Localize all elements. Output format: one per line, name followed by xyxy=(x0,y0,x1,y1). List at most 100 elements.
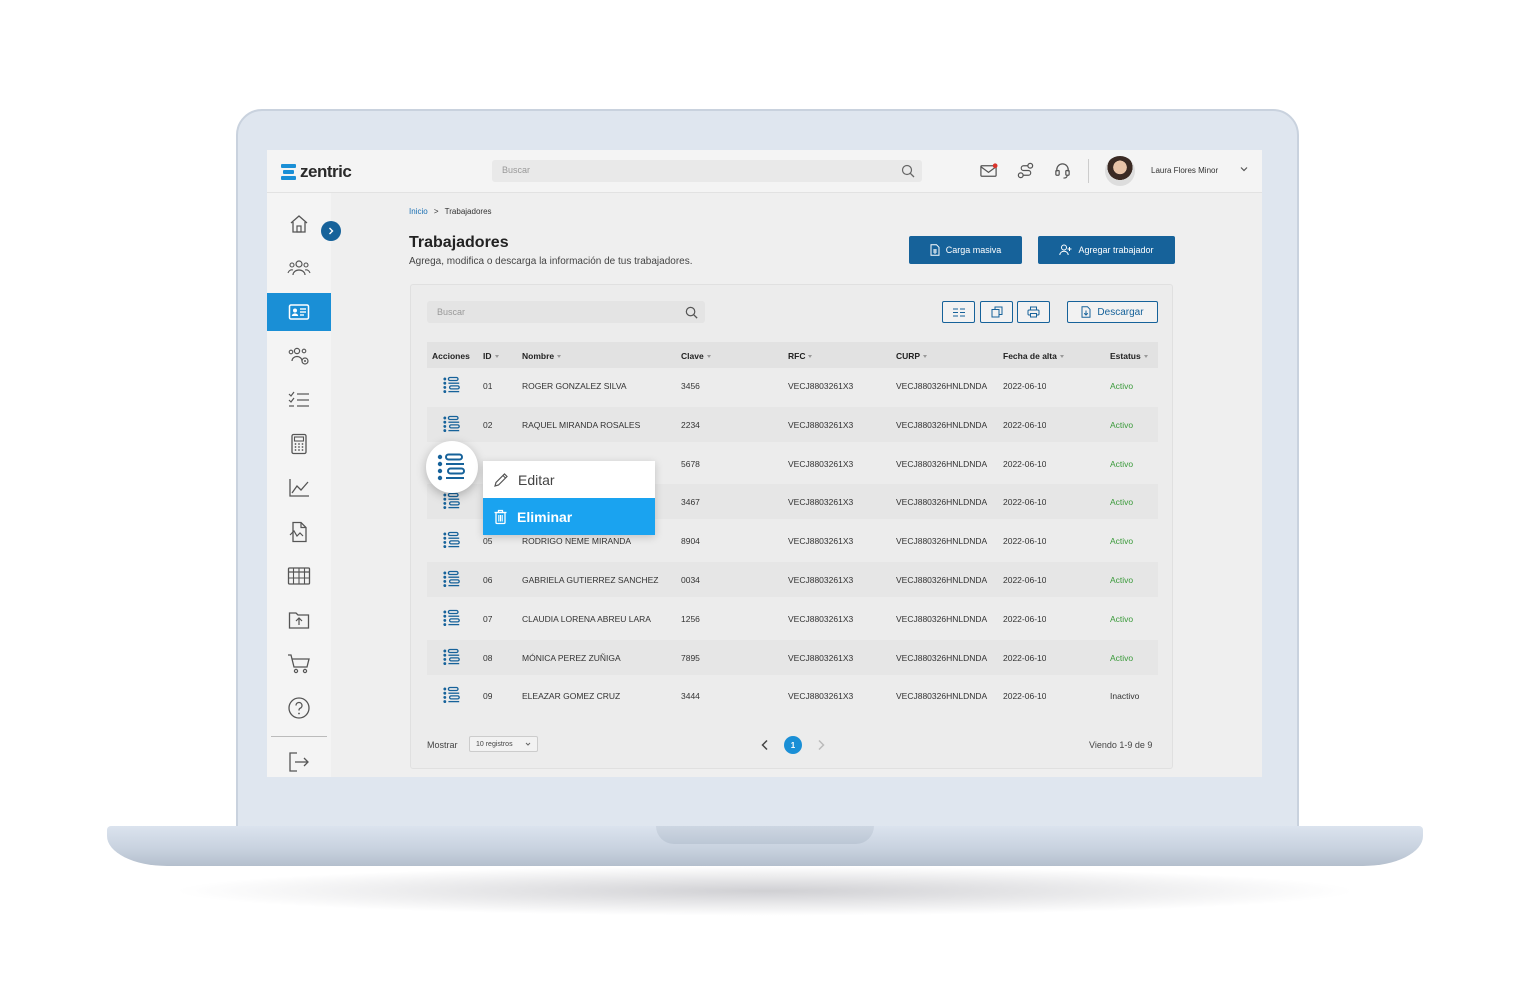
sort-caret-icon xyxy=(923,355,928,359)
sidebar-item-store[interactable] xyxy=(267,645,331,683)
sidebar-item-teams[interactable] xyxy=(267,337,331,375)
menu-item-delete-label: Eliminar xyxy=(517,508,573,525)
sidebar-item-logout[interactable] xyxy=(267,743,331,777)
print-button[interactable] xyxy=(1017,301,1050,323)
user-name[interactable]: Laura Flores Minor xyxy=(1151,166,1218,175)
table-row[interactable]: 01 ROGER GONZALEZ SILVA 3456 VECJ8803261X3 V… xyxy=(427,368,1158,403)
sort-caret-icon xyxy=(1059,355,1064,359)
row-actions-icon[interactable] xyxy=(443,415,461,438)
sidebar-item-payroll[interactable] xyxy=(267,425,331,463)
stage: zentric Buscar Laura Flores Minor Inicio… xyxy=(0,0,1530,988)
search-icon[interactable] xyxy=(684,305,699,320)
col-estatus-label: Estatus xyxy=(1110,351,1141,361)
row-actions-icon[interactable] xyxy=(443,376,461,399)
cell-rfc: VECJ8803261X3 xyxy=(788,652,854,663)
download-button[interactable]: Descargar xyxy=(1067,301,1158,323)
col-rfc[interactable]: RFC xyxy=(788,351,813,361)
table-search[interactable]: Buscar xyxy=(427,301,705,323)
page-size-select[interactable]: 10 registros xyxy=(469,736,538,752)
sidebar-toggle-button[interactable] xyxy=(321,221,341,241)
row-context-menu: Editar Eliminar xyxy=(483,461,655,535)
table-header: Acciones ID Nombre Clave RFC CURP Fecha … xyxy=(427,342,1158,368)
table-row[interactable]: 06 GABRIELA GUTIERREZ SANCHEZ 0034 VECJ8803… xyxy=(427,562,1158,597)
sidebar-item-reports[interactable] xyxy=(267,469,331,507)
cell-id: 02 xyxy=(483,419,493,430)
table-row[interactable]: 09 ELEAZAR GOMEZ CRUZ 3444 VECJ8803261X3 VEC… xyxy=(427,678,1158,713)
row-actions-icon[interactable] xyxy=(443,492,461,515)
header-actions xyxy=(979,161,1072,180)
columns-button[interactable] xyxy=(942,301,975,323)
brand-logo[interactable]: zentric xyxy=(281,162,352,182)
sidebar-item-files[interactable] xyxy=(267,601,331,639)
sidebar-item-help[interactable] xyxy=(267,689,331,727)
calculator-icon xyxy=(291,433,307,455)
chart-line-icon xyxy=(289,479,309,497)
row-actions-icon[interactable] xyxy=(443,648,461,671)
add-worker-button[interactable]: Agregar trabajador xyxy=(1038,236,1175,264)
col-id[interactable]: ID xyxy=(483,351,499,361)
table-row[interactable]: 08 MÓNICA PEREZ ZUÑIGA 7895 VECJ8803261X3 VE… xyxy=(427,639,1158,675)
pencil-icon xyxy=(494,472,508,487)
mail-icon[interactable] xyxy=(979,161,998,180)
cell-nombre: RODRIGO NEME MIRANDA xyxy=(522,536,632,547)
sidebar-item-documents[interactable] xyxy=(267,513,331,551)
sort-caret-icon xyxy=(557,355,562,359)
row-actions-button-active[interactable] xyxy=(426,441,478,493)
cell-curp: VECJ880326HNLDNDA xyxy=(896,497,988,508)
document-signature-icon xyxy=(289,521,307,543)
cell-id: 01 xyxy=(483,381,493,391)
col-clave-label: Clave xyxy=(681,351,704,361)
printer-icon xyxy=(1027,306,1040,318)
col-nombre[interactable]: Nombre xyxy=(522,351,562,361)
breadcrumb-home[interactable]: Inicio xyxy=(409,207,428,216)
cell-id: 09 xyxy=(483,691,493,702)
table-row[interactable]: 07 CLAUDIA LORENA ABREU LARA 1256 VECJ88032… xyxy=(427,601,1158,636)
copy-button[interactable] xyxy=(980,301,1013,323)
records-summary: Viendo 1-9 de 9 xyxy=(1089,740,1153,750)
col-clave[interactable]: Clave xyxy=(681,351,711,361)
cell-rfc: VECJ8803261X3 xyxy=(788,536,854,547)
col-nombre-label: Nombre xyxy=(522,351,555,361)
row-actions-icon[interactable] xyxy=(443,531,461,554)
row-actions-icon[interactable] xyxy=(443,686,461,709)
menu-item-delete[interactable]: Eliminar xyxy=(483,498,655,535)
cell-nombre: RAQUEL MIRANDA ROSALES xyxy=(522,419,641,430)
bulk-upload-button[interactable]: Carga masiva xyxy=(909,236,1022,264)
sidebar-item-schedule[interactable] xyxy=(267,557,331,595)
sidebar-item-home[interactable] xyxy=(267,205,331,243)
chevron-down-icon[interactable] xyxy=(1239,164,1249,174)
cell-rfc: VECJ8803261X3 xyxy=(788,691,854,702)
cell-clave: 0034 xyxy=(681,575,700,585)
sidebar-item-users[interactable] xyxy=(267,249,331,287)
row-actions-icon[interactable] xyxy=(443,570,461,593)
sidebar-item-workers[interactable] xyxy=(267,293,331,331)
sort-caret-icon xyxy=(706,355,711,359)
cell-rfc: VECJ8803261X3 xyxy=(788,381,854,391)
search-icon[interactable] xyxy=(900,163,916,179)
download-label: Descargar xyxy=(1097,306,1144,318)
checklist-icon xyxy=(288,391,309,407)
sidebar-item-tasks[interactable] xyxy=(267,381,331,419)
cell-estatus: Activo xyxy=(1110,575,1134,585)
cell-fecha: 2022-06-10 xyxy=(1003,497,1047,508)
page-number-current[interactable]: 1 xyxy=(784,736,802,754)
headset-icon[interactable] xyxy=(1053,161,1072,180)
table-row[interactable]: 02 RAQUEL MIRANDA ROSALES 2234 VECJ8803261X… xyxy=(427,406,1158,442)
route-icon[interactable] xyxy=(1016,161,1035,180)
user-avatar[interactable] xyxy=(1105,156,1135,186)
col-estatus[interactable]: Estatus xyxy=(1110,351,1148,361)
header-search[interactable]: Buscar xyxy=(492,160,922,182)
col-curp[interactable]: CURP xyxy=(896,351,928,361)
sidebar xyxy=(267,193,331,777)
cell-curp: VECJ880326HNLDNDA xyxy=(896,381,988,391)
chevron-right-icon[interactable] xyxy=(816,739,826,751)
menu-item-edit[interactable]: Editar xyxy=(483,461,655,498)
cell-fecha: 2022-06-10 xyxy=(1003,575,1047,585)
chevron-left-icon[interactable] xyxy=(760,739,770,751)
logo-mark-icon xyxy=(281,163,296,181)
cell-estatus: Activo xyxy=(1110,497,1134,508)
col-fecha[interactable]: Fecha de alta xyxy=(1003,351,1064,361)
page-size-value: 10 registros xyxy=(476,741,513,748)
row-actions-icon[interactable] xyxy=(443,609,461,632)
file-spreadsheet-icon xyxy=(930,244,940,256)
